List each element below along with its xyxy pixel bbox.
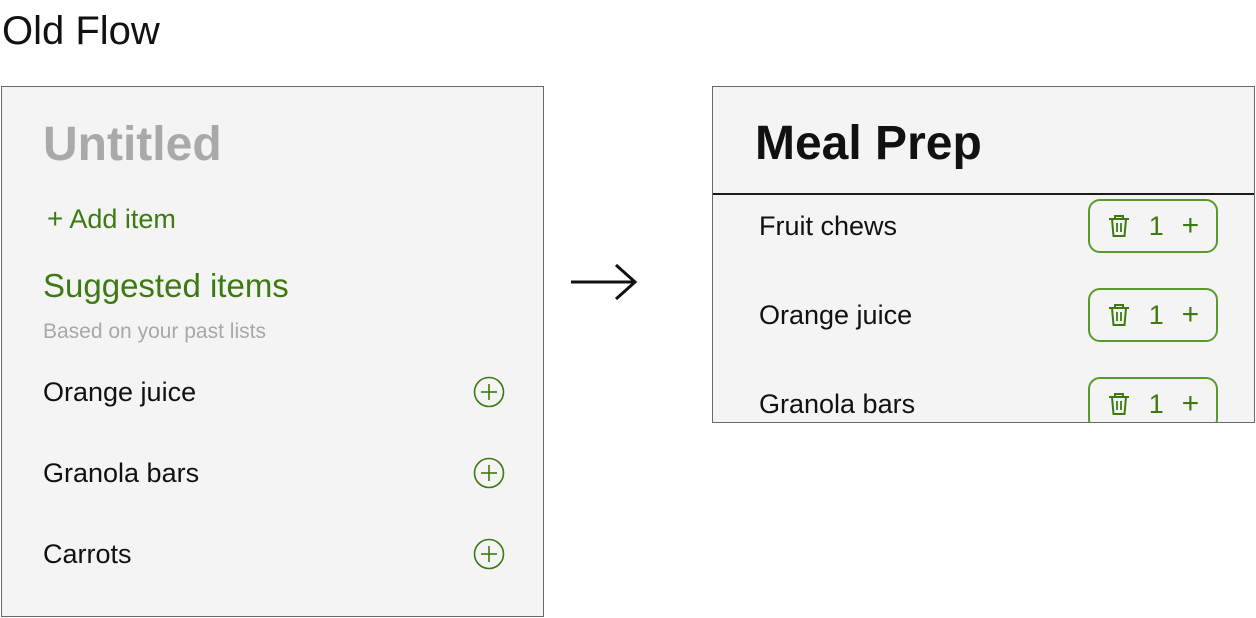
item-name: Fruit chews	[759, 210, 898, 241]
untitled-list-panel: Untitled + Add item Suggested items Base…	[1, 86, 544, 617]
list-item: Fruit chews 1 +	[759, 198, 1218, 254]
circle-plus-icon[interactable]	[473, 376, 505, 408]
list-item: Granola bars 1 +	[759, 376, 1218, 422]
suggested-item-name: Orange juice	[43, 376, 197, 407]
increment-button[interactable]: +	[1182, 300, 1200, 330]
circle-plus-icon[interactable]	[473, 538, 505, 570]
quantity-value: 1	[1148, 388, 1164, 419]
item-name: Orange juice	[759, 299, 913, 330]
quantity-stepper: 1 +	[1088, 377, 1218, 422]
plus-icon: +	[47, 203, 64, 234]
list-item: Orange juice 1 +	[759, 287, 1218, 343]
trash-icon[interactable]	[1107, 302, 1131, 328]
add-item-button[interactable]: + Add item	[47, 202, 176, 236]
suggested-items-subtitle: Based on your past lists	[43, 320, 266, 343]
circle-plus-icon[interactable]	[473, 457, 505, 489]
page-heading: Old Flow	[2, 9, 160, 53]
list-title[interactable]: Meal Prep	[755, 115, 982, 173]
item-name: Granola bars	[759, 388, 916, 419]
add-item-label: Add item	[69, 204, 176, 234]
suggested-item-row: Orange juice	[43, 372, 505, 412]
quantity-value: 1	[1148, 210, 1164, 241]
quantity-stepper: 1 +	[1088, 288, 1218, 342]
arrow-right-icon	[571, 263, 638, 301]
meal-prep-list-panel: Meal Prep Fruit chews 1 + Orange juice 1…	[712, 86, 1255, 423]
trash-icon[interactable]	[1107, 213, 1131, 239]
quantity-value: 1	[1148, 299, 1164, 330]
suggested-items-heading: Suggested items	[43, 267, 289, 304]
flow-arrow	[568, 262, 640, 302]
list-title[interactable]: Untitled	[43, 117, 222, 173]
increment-button[interactable]: +	[1182, 389, 1200, 419]
title-divider	[713, 193, 1254, 195]
suggested-item-row: Granola bars	[43, 453, 505, 493]
trash-icon[interactable]	[1107, 391, 1131, 417]
suggested-item-name: Granola bars	[43, 457, 200, 488]
quantity-stepper: 1 +	[1088, 199, 1218, 253]
suggested-item-name: Carrots	[43, 538, 132, 569]
increment-button[interactable]: +	[1182, 211, 1200, 241]
suggested-item-row: Carrots	[43, 534, 505, 574]
